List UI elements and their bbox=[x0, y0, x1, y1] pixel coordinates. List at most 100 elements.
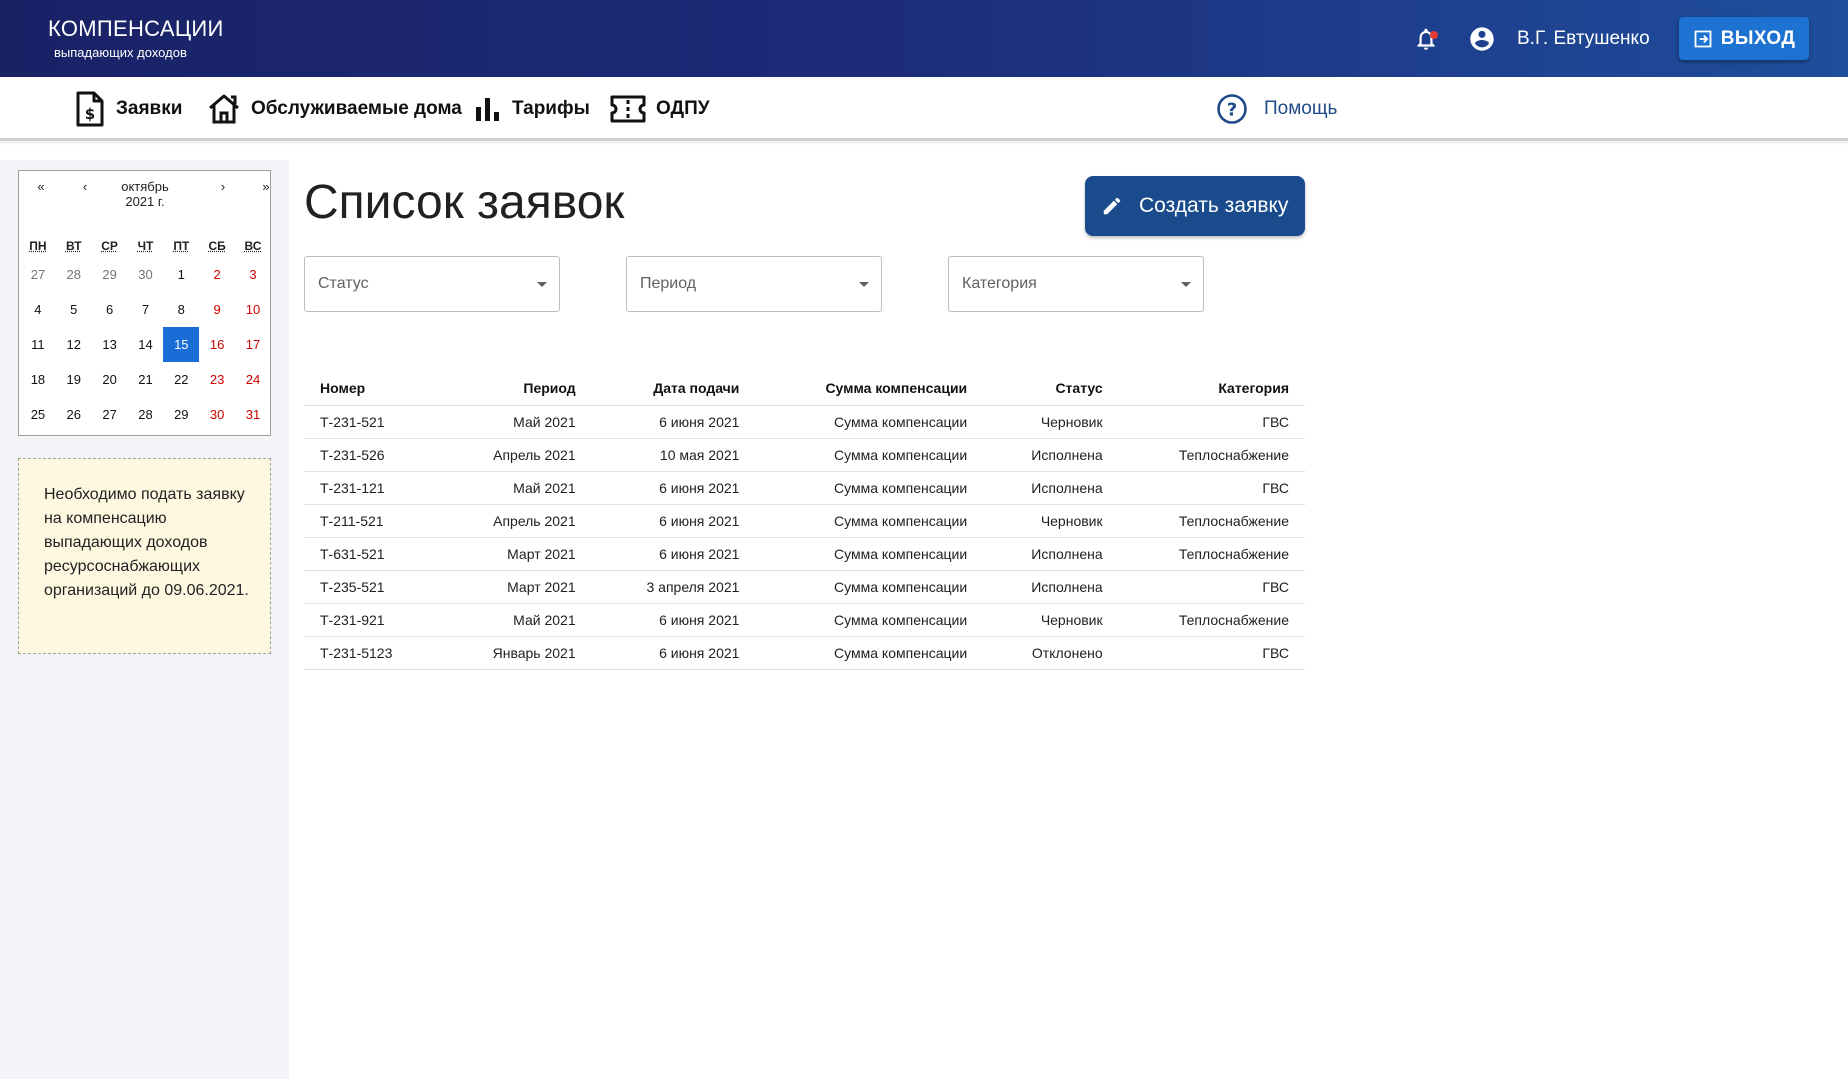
ticket-icon bbox=[610, 95, 646, 123]
calendar-day[interactable]: 16 bbox=[199, 327, 235, 362]
calendar-day[interactable]: 5 bbox=[56, 292, 92, 327]
cell-status: Исполнена bbox=[983, 570, 1119, 604]
dollar-document-icon: $ bbox=[76, 91, 104, 127]
calendar-day[interactable]: 12 bbox=[56, 327, 92, 362]
calendar-next-month[interactable]: › bbox=[213, 179, 233, 194]
status-filter[interactable]: Статус bbox=[304, 256, 560, 312]
table-row[interactable]: Т-231-521 Май 2021 6 июня 2021 Сумма компен… bbox=[304, 405, 1305, 439]
cell-status: Черновик bbox=[983, 504, 1119, 538]
calendar-day[interactable]: 10 bbox=[235, 292, 271, 327]
calendar-day[interactable]: 30 bbox=[199, 397, 235, 432]
calendar-next-year[interactable]: » bbox=[256, 179, 276, 194]
calendar-day[interactable]: 7 bbox=[128, 292, 164, 327]
calendar-day[interactable]: 28 bbox=[56, 257, 92, 292]
cell-category: ГВС bbox=[1118, 471, 1305, 505]
calendar-day[interactable]: 9 bbox=[199, 292, 235, 327]
main-nav: $ Заявки Обслуживаемые дома Тарифы ОДПУ bbox=[0, 77, 1848, 141]
calendar-day[interactable]: 26 bbox=[56, 397, 92, 432]
cell-amount: Сумма компенсации bbox=[755, 504, 984, 538]
table-row[interactable]: Т-231-921 Май 2021 6 июня 2021 Сумма компен… bbox=[304, 603, 1305, 637]
logout-button[interactable]: ВЫХОД bbox=[1679, 17, 1809, 60]
cell-number: Т-231-121 bbox=[304, 471, 441, 505]
calendar-day[interactable]: 28 bbox=[128, 397, 164, 432]
cell-status: Исполнена bbox=[983, 438, 1119, 472]
period-filter[interactable]: Период bbox=[626, 256, 882, 312]
cell-status: Черновик bbox=[983, 405, 1119, 439]
column-header-category[interactable]: Категория bbox=[1118, 372, 1305, 406]
nav-label-tariffs: Тарифы bbox=[512, 98, 590, 119]
cell-category: Теплоснабжение bbox=[1118, 537, 1305, 571]
cell-period: Апрель 2021 bbox=[440, 504, 592, 538]
calendar-day[interactable]: 22 bbox=[163, 362, 199, 397]
notice-text: Необходимо подать заявку на компенсацию … bbox=[44, 486, 249, 599]
calendar-day[interactable]: 3 bbox=[235, 257, 271, 292]
calendar-day[interactable]: 11 bbox=[20, 327, 56, 362]
nav-label-requests: Заявки bbox=[116, 98, 183, 119]
nav-item-odpu[interactable]: ОДПУ bbox=[610, 77, 710, 141]
calendar-day[interactable]: 25 bbox=[20, 397, 56, 432]
column-header-amount[interactable]: Сумма компенсации bbox=[755, 372, 984, 406]
help-label: Помощь bbox=[1264, 98, 1338, 119]
category-filter[interactable]: Категория bbox=[948, 256, 1204, 312]
calendar-title[interactable]: октябрь 2021 г. bbox=[109, 179, 181, 209]
table-row[interactable]: Т-631-521 Март 2021 6 июня 2021 Сумма компе… bbox=[304, 537, 1305, 571]
weekday-label: ВТ bbox=[65, 239, 82, 253]
sidebar: « ‹ октябрь 2021 г. › » ПН ВТ СР ЧТ ПТ С… bbox=[0, 160, 289, 1079]
calendar-day[interactable]: 30 bbox=[128, 257, 164, 292]
calendar-day[interactable]: 4 bbox=[20, 292, 56, 327]
nav-item-requests[interactable]: $ Заявки bbox=[74, 77, 182, 141]
calendar-day[interactable]: 2 bbox=[199, 257, 235, 292]
calendar-day[interactable]: 31 bbox=[235, 397, 271, 432]
calendar-prev-year[interactable]: « bbox=[31, 179, 51, 194]
calendar-day[interactable]: 14 bbox=[128, 327, 164, 362]
calendar-day[interactable]: 24 bbox=[235, 362, 271, 397]
calendar-day-selected[interactable]: 15 bbox=[163, 327, 200, 362]
column-header-status[interactable]: Статус bbox=[983, 372, 1119, 406]
app-logo[interactable]: КОМПЕНСАЦИИ выпадающих доходов bbox=[48, 16, 224, 60]
table-header-row: Номер Период Дата подачи Сумма компенсац… bbox=[304, 372, 1305, 406]
table-row[interactable]: Т-231-121 Май 2021 6 июня 2021 Сумма компен… bbox=[304, 471, 1305, 505]
calendar-day[interactable]: 6 bbox=[92, 292, 128, 327]
table-row[interactable]: Т-235-521 Март 2021 3 апреля 2021 Сумма ком… bbox=[304, 570, 1305, 604]
calendar-day[interactable]: 20 bbox=[92, 362, 128, 397]
calendar-day[interactable]: 17 bbox=[235, 327, 271, 362]
help-link[interactable]: ? Помощь bbox=[1216, 77, 1337, 141]
nav-item-houses[interactable]: Обслуживаемые дома bbox=[207, 77, 462, 141]
calendar-day[interactable]: 1 bbox=[163, 257, 199, 292]
bell-icon[interactable] bbox=[1413, 26, 1439, 52]
cell-date: 6 июня 2021 bbox=[591, 537, 756, 571]
cell-period: Май 2021 bbox=[440, 603, 592, 637]
cell-date: 6 июня 2021 bbox=[591, 405, 756, 439]
calendar-day[interactable]: 29 bbox=[92, 257, 128, 292]
requests-table: Номер Период Дата подачи Сумма компенсац… bbox=[304, 372, 1305, 670]
nav-item-tariffs[interactable]: Тарифы bbox=[474, 77, 590, 141]
column-header-date[interactable]: Дата подачи bbox=[591, 372, 756, 406]
period-filter-placeholder: Период bbox=[640, 275, 697, 292]
calendar-day[interactable]: 8 bbox=[163, 292, 199, 327]
calendar-day[interactable]: 27 bbox=[92, 397, 128, 432]
calendar-prev-month[interactable]: ‹ bbox=[75, 179, 95, 194]
create-request-button[interactable]: Создать заявку bbox=[1085, 176, 1305, 236]
user-name[interactable]: В.Г. Евтушенко bbox=[1517, 28, 1650, 50]
column-header-number[interactable]: Номер bbox=[304, 372, 441, 406]
weekday-label: ПТ bbox=[173, 239, 190, 253]
table-row[interactable]: Т-231-5123 Январь 2021 6 июня 2021 Сумма ко… bbox=[304, 636, 1305, 670]
weekday-label: ВС bbox=[244, 239, 262, 253]
nav-label-odpu: ОДПУ bbox=[656, 98, 710, 119]
cell-date: 3 апреля 2021 bbox=[591, 570, 756, 604]
calendar-day[interactable]: 18 bbox=[20, 362, 56, 397]
calendar-day[interactable]: 27 bbox=[20, 257, 56, 292]
cell-status: Исполнена bbox=[983, 537, 1119, 571]
calendar-day[interactable]: 23 bbox=[199, 362, 235, 397]
calendar-weekdays: ПН ВТ СР ЧТ ПТ СБ ВС bbox=[20, 235, 271, 257]
table-row[interactable]: Т-231-526 Апрель 2021 10 мая 2021 Сумма ком… bbox=[304, 438, 1305, 472]
calendar-day[interactable]: 21 bbox=[128, 362, 164, 397]
column-header-period[interactable]: Период bbox=[440, 372, 592, 406]
calendar-day[interactable]: 29 bbox=[163, 397, 199, 432]
cell-amount: Сумма компенсации bbox=[755, 471, 984, 505]
table-row[interactable]: Т-211-521 Апрель 2021 6 июня 2021 Сумма ком… bbox=[304, 504, 1305, 538]
calendar-day[interactable]: 13 bbox=[92, 327, 128, 362]
cell-number: Т-235-521 bbox=[304, 570, 441, 604]
account-icon[interactable] bbox=[1468, 25, 1496, 53]
calendar-day[interactable]: 19 bbox=[56, 362, 92, 397]
